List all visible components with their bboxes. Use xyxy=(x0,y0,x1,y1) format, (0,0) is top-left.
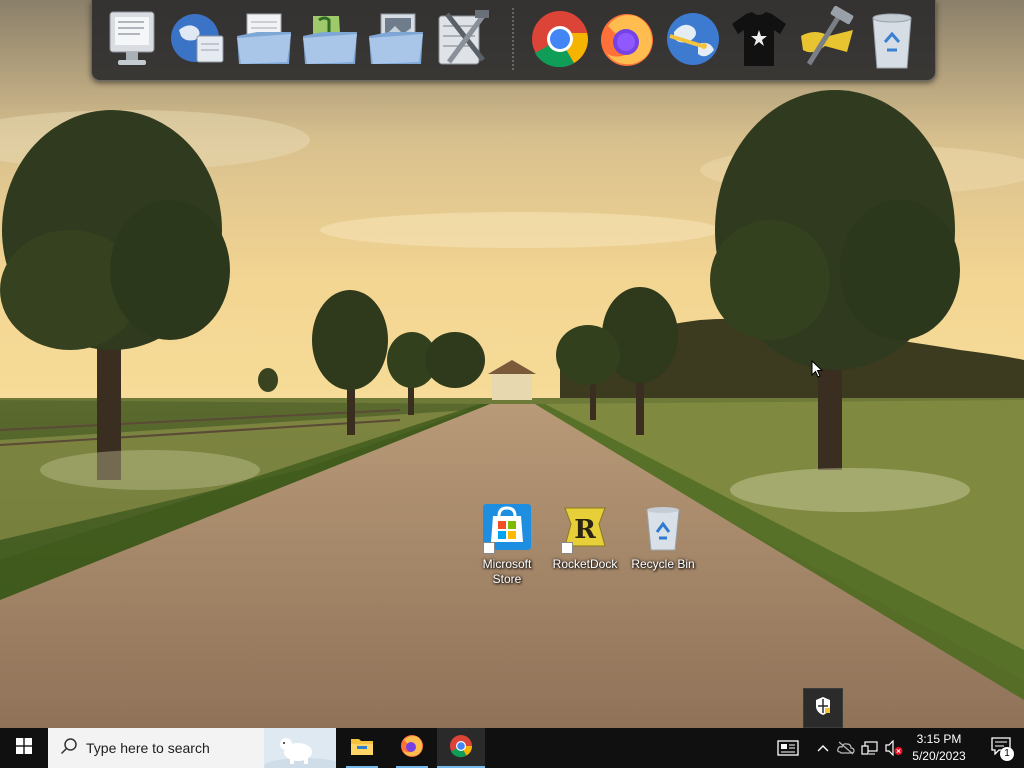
desktop-icon-label: Recycle Bin xyxy=(631,557,695,571)
volume-muted-icon[interactable] xyxy=(884,738,904,758)
show-hidden-icons-chevron-icon[interactable] xyxy=(813,738,833,758)
hammer-icon[interactable] xyxy=(795,6,857,72)
chrome-icon xyxy=(449,734,473,763)
network-icon[interactable] xyxy=(860,738,880,758)
taskbar-app-firefox[interactable] xyxy=(388,728,436,768)
onedrive-offline-icon[interactable] xyxy=(836,738,856,758)
pictures-folder-icon[interactable] xyxy=(365,6,427,72)
taskbar: Type here to search 3:15 PM 5/20/2023 1 xyxy=(0,728,1024,768)
computer-icon[interactable] xyxy=(102,6,164,72)
taskbar-clock[interactable]: 3:15 PM 5/20/2023 xyxy=(903,731,975,765)
file-explorer-icon xyxy=(350,736,374,761)
taskbar-app-chrome[interactable] xyxy=(437,728,485,768)
internet-explorer-icon[interactable] xyxy=(662,6,724,72)
chrome-icon[interactable] xyxy=(529,6,591,72)
firefox-icon xyxy=(400,734,424,763)
dock-separator xyxy=(512,8,514,70)
desktop-wallpaper xyxy=(0,0,1024,728)
windows-logo-icon xyxy=(16,737,32,759)
rocketdock-icon: R xyxy=(559,502,611,554)
music-folder-icon[interactable] xyxy=(299,6,361,72)
recycle-bin-icon xyxy=(637,502,689,554)
clock-time: 3:15 PM xyxy=(916,732,962,746)
action-center-button[interactable]: 1 xyxy=(978,728,1024,768)
desktop-icon-rocketdock[interactable]: R RocketDock xyxy=(549,502,621,572)
documents-folder-icon[interactable] xyxy=(233,6,295,72)
start-button[interactable] xyxy=(0,728,48,768)
search-icon xyxy=(60,737,78,760)
desktop-icon-label: Microsoft Store xyxy=(482,557,532,586)
tshirt-icon[interactable] xyxy=(728,6,790,72)
taskbar-app-file-explorer[interactable] xyxy=(338,728,386,768)
search-placeholder: Type here to search xyxy=(86,740,210,756)
microsoft-store-icon xyxy=(481,502,533,554)
news-and-interests-icon[interactable] xyxy=(776,738,800,758)
recycle-bin-icon[interactable] xyxy=(861,6,923,72)
mouse-cursor-icon xyxy=(811,359,824,383)
firefox-icon[interactable] xyxy=(596,6,658,72)
network-globe-icon[interactable] xyxy=(167,6,229,72)
shortcut-arrow-icon xyxy=(483,542,495,554)
windows-security-icon[interactable] xyxy=(813,696,833,721)
svg-text:R: R xyxy=(574,515,596,545)
tray-overflow-flyout[interactable] xyxy=(803,688,843,728)
clock-date: 5/20/2023 xyxy=(912,749,966,763)
desktop-icon-microsoft-store[interactable]: Microsoft Store xyxy=(471,502,543,587)
desktop-icon-label: RocketDock xyxy=(552,557,618,571)
taskbar-search-box[interactable]: Type here to search xyxy=(48,728,336,768)
shortcut-arrow-icon xyxy=(561,542,573,554)
desktop-icon-recycle-bin[interactable]: Recycle Bin xyxy=(627,502,699,572)
tools-icon[interactable] xyxy=(431,6,493,72)
rocketdock-bar xyxy=(91,0,936,81)
polar-bear-search-highlight-icon xyxy=(264,728,336,768)
notification-count-badge: 1 xyxy=(1000,747,1014,761)
